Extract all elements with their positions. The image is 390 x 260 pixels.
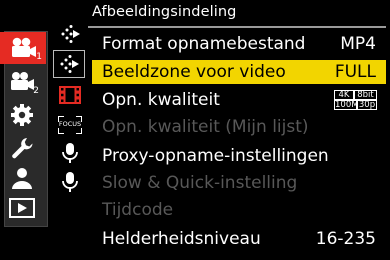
menu-item-recording-file-format[interactable]: Format opnamebestand MP4 — [92, 32, 386, 56]
playback-icon — [9, 198, 35, 218]
subtab-audio[interactable] — [55, 141, 85, 165]
microphone-icon — [62, 172, 78, 192]
title-divider — [88, 26, 386, 28]
menu-item-label: Tijdcode — [102, 200, 174, 220]
tab-badge-2: 2 — [33, 86, 39, 96]
menu-item-proxy-recording[interactable]: Proxy-opname-instellingen — [92, 144, 386, 168]
subtab-image-format-1[interactable] — [55, 22, 85, 46]
quality-bit-depth: 8bit — [354, 90, 377, 100]
quality-framerate: 30p — [357, 100, 377, 110]
tab-badge-1: 1 — [36, 52, 42, 62]
rec-quality-badge: 4K 8bit 100M 30p — [334, 90, 380, 110]
subtab-image-format-2[interactable] — [53, 50, 85, 78]
menu-item-slow-quick: Slow & Quick-instelling — [92, 171, 386, 195]
menu-item-label: Helderheidsniveau — [102, 229, 261, 249]
video-camera-icon — [12, 37, 36, 57]
tab-playback[interactable] — [4, 192, 40, 224]
gear-icon — [11, 104, 33, 126]
menu-item-rec-quality-my-list: Opn. kwaliteit (Mijn lijst) — [92, 115, 386, 139]
tab-custom[interactable] — [4, 99, 40, 131]
tab-video-1[interactable]: 1 — [0, 32, 46, 64]
menu-item-image-area-video[interactable]: Beeldzone voor video FULL — [92, 60, 386, 84]
image-format-icon — [61, 25, 80, 43]
menu-item-label: Opn. kwaliteit (Mijn lijst) — [102, 117, 309, 137]
image-format-icon — [60, 55, 79, 73]
tab-setup[interactable] — [4, 132, 40, 164]
tab-video-2[interactable]: 2 — [4, 66, 40, 98]
menu-item-value: FULL — [334, 62, 376, 82]
menu-item-label: Slow & Quick-instelling — [102, 173, 298, 193]
menu-item-timecode: Tijdcode — [92, 198, 386, 222]
subtab-film[interactable] — [55, 83, 85, 107]
film-strip-icon — [59, 86, 81, 104]
focus-label: FOCUS — [58, 120, 82, 128]
focus-icon: FOCUS — [58, 116, 82, 134]
menu-item-luminance-level[interactable]: Helderheidsniveau 16-235 — [92, 227, 386, 251]
menu-item-label: Proxy-opname-instellingen — [102, 146, 329, 166]
quality-bitrate: 100M — [334, 100, 359, 110]
menu-item-label: Beeldzone voor video — [102, 62, 286, 82]
quality-resolution: 4K — [334, 90, 354, 100]
menu-item-rec-quality[interactable]: Opn. kwaliteit 4K 8bit 100M 30p — [92, 88, 386, 112]
subtab-audio-2[interactable] — [55, 170, 85, 194]
person-icon — [12, 168, 32, 189]
camera-menu-screen: Afbeeldingsindeling 1 2 FOCUS Format opn… — [0, 0, 390, 260]
menu-page-title: Afbeeldingsindeling — [92, 4, 237, 20]
menu-item-label: Format opnamebestand — [102, 34, 306, 54]
wrench-icon — [12, 138, 33, 159]
menu-item-value: 16-235 — [315, 229, 376, 249]
menu-item-value: MP4 — [340, 34, 376, 54]
tab-my-menu[interactable] — [4, 162, 40, 194]
subtab-focus[interactable]: FOCUS — [55, 113, 85, 137]
microphone-icon — [62, 143, 78, 163]
menu-item-label: Opn. kwaliteit — [102, 90, 220, 110]
